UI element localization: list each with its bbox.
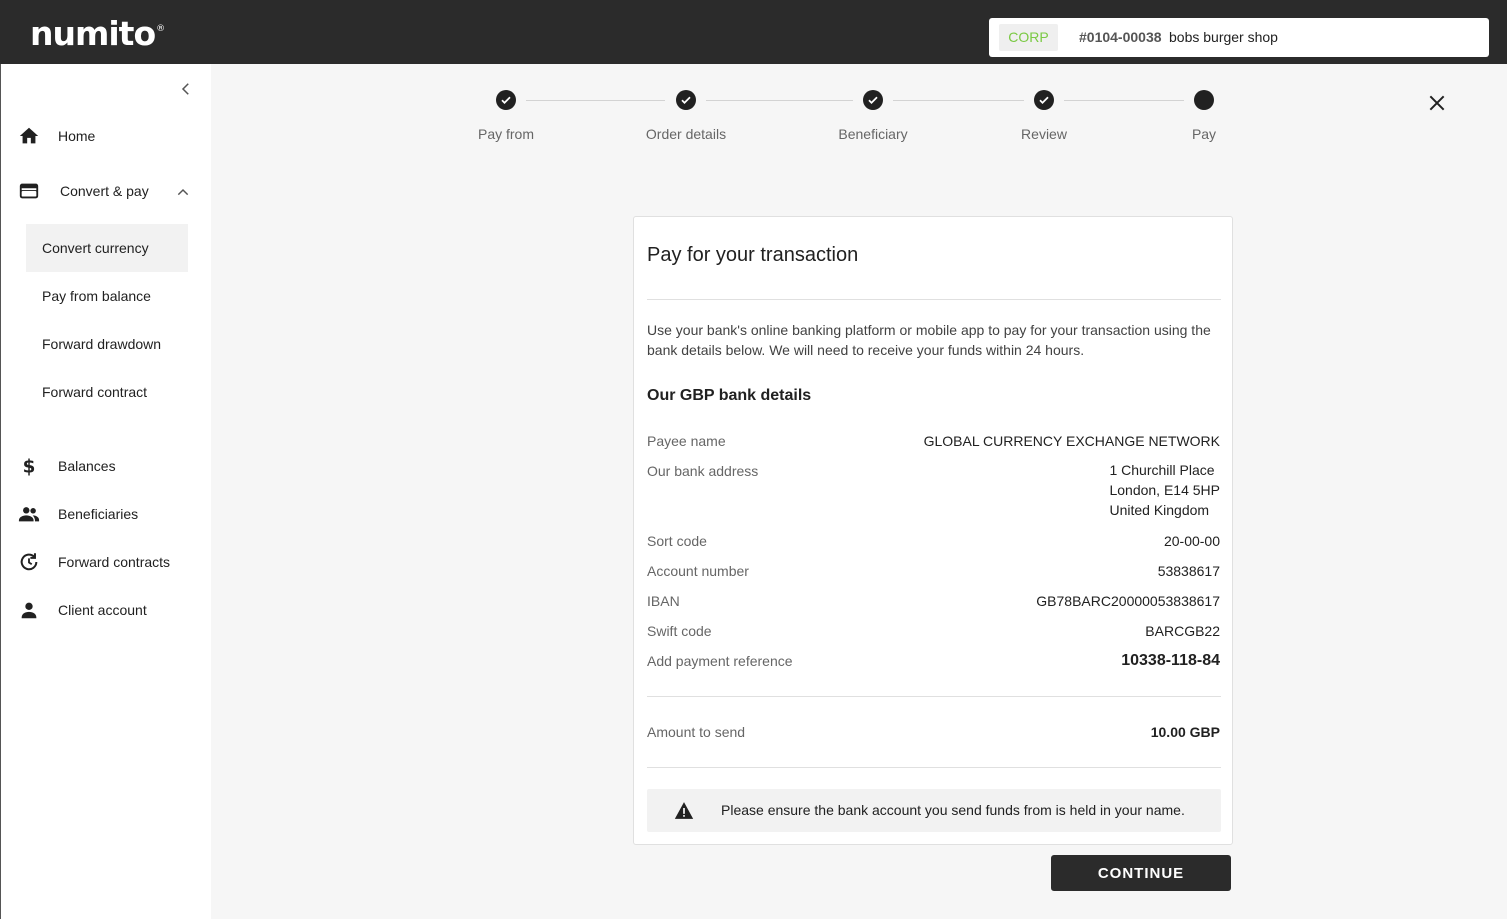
bank-address-label: Our bank address bbox=[647, 463, 759, 479]
swift-code-value: BARCGB22 bbox=[1145, 623, 1220, 639]
sort-code-label: Sort code bbox=[647, 533, 707, 549]
payment-instructions: Use your bank's online banking platform … bbox=[647, 322, 1211, 358]
warning-banner: Please ensure the bank account you send … bbox=[647, 789, 1221, 832]
step-label: Pay bbox=[1191, 126, 1217, 142]
sidebar-item-home[interactable]: Home bbox=[17, 116, 197, 156]
people-icon bbox=[17, 502, 41, 526]
payment-card: Pay for your transaction Use your bank's… bbox=[633, 216, 1233, 845]
address-line: 1 Churchill Place bbox=[1109, 462, 1215, 478]
history-icon bbox=[17, 550, 41, 574]
step-connector bbox=[1064, 100, 1184, 101]
check-icon bbox=[676, 90, 696, 110]
address-line: United Kingdom bbox=[1109, 502, 1210, 518]
address-line: London, E14 5HP bbox=[1109, 482, 1220, 498]
payee-name-value: GLOBAL CURRENCY EXCHANGE NETWORK bbox=[923, 433, 1220, 449]
chevron-up-icon[interactable] bbox=[175, 184, 191, 200]
close-icon[interactable] bbox=[1427, 93, 1447, 113]
sidebar-item-label: Forward contracts bbox=[58, 554, 171, 570]
current-step-dot bbox=[1194, 90, 1214, 110]
sidebar-item-label: Home bbox=[58, 128, 96, 144]
step-label: Pay from bbox=[477, 126, 535, 142]
account-number: #0104-00038 bbox=[1079, 29, 1162, 45]
account-number-label: Account number bbox=[647, 563, 749, 579]
check-icon bbox=[863, 90, 883, 110]
divider bbox=[647, 299, 1221, 300]
account-selector[interactable]: CORP #0104-00038 bobs burger shop bbox=[989, 18, 1489, 57]
svg-text:$: $ bbox=[23, 456, 36, 477]
card-icon bbox=[17, 179, 41, 203]
divider bbox=[647, 696, 1221, 697]
amount-to-send-label: Amount to send bbox=[647, 724, 746, 740]
bank-address-value: 1 Churchill Place London, E14 5HP United… bbox=[1109, 460, 1220, 520]
sidebar-item-label: Beneficiaries bbox=[58, 506, 139, 522]
sidebar-item-beneficiaries[interactable]: Beneficiaries bbox=[17, 494, 197, 534]
logo-registered-mark: ® bbox=[156, 24, 165, 34]
step-pay: Pay bbox=[1192, 90, 1216, 142]
payment-reference-value: 10338-118-84 bbox=[1121, 652, 1220, 669]
sidebar-item-label: Convert & pay bbox=[60, 183, 149, 199]
step-order-details[interactable]: Order details bbox=[646, 90, 726, 142]
step-label: Beneficiary bbox=[838, 126, 908, 142]
payee-name-label: Payee name bbox=[647, 433, 726, 449]
warning-icon bbox=[674, 802, 694, 819]
person-icon bbox=[17, 598, 41, 622]
iban-value: GB78BARC20000053838617 bbox=[1036, 593, 1220, 609]
bank-details-heading: Our GBP bank details bbox=[647, 387, 812, 404]
iban-label: IBAN bbox=[647, 593, 680, 609]
step-review[interactable]: Review bbox=[1021, 90, 1067, 142]
payment-reference-label: Add payment reference bbox=[647, 653, 793, 669]
sidebar-subitem-pay-from-balance[interactable]: Pay from balance bbox=[26, 272, 188, 320]
top-bar: numito® CORP #0104-00038 bobs burger sho… bbox=[0, 0, 1507, 64]
sidebar-item-label: Balances bbox=[58, 458, 116, 474]
sidebar-subitem-forward-contract[interactable]: Forward contract bbox=[26, 368, 188, 416]
account-number-value: 53838617 bbox=[1157, 563, 1220, 579]
dollar-icon: $ bbox=[17, 454, 41, 478]
amount-to-send-value: 10.00 GBP bbox=[1150, 724, 1220, 740]
home-icon bbox=[17, 124, 41, 148]
warning-text: Please ensure the bank account you send … bbox=[721, 802, 1185, 818]
chevron-left-icon[interactable] bbox=[177, 80, 195, 98]
step-label: Order details bbox=[645, 126, 727, 142]
sort-code-value: 20-00-00 bbox=[1163, 533, 1220, 549]
step-connector bbox=[706, 100, 853, 101]
swift-code-label: Swift code bbox=[647, 623, 712, 639]
sidebar-item-balances[interactable]: $ Balances bbox=[17, 446, 197, 486]
sidebar-item-convert-pay[interactable]: Convert & pay bbox=[17, 171, 197, 211]
sidebar-item-forward-contracts[interactable]: Forward contracts bbox=[17, 542, 197, 582]
sidebar-subitem-convert-currency[interactable]: Convert currency bbox=[26, 224, 188, 272]
sidebar: Home Convert & pay Convert currency Pay … bbox=[0, 64, 211, 919]
card-title: Pay for your transaction bbox=[647, 244, 859, 266]
sidebar-item-label: Client account bbox=[58, 602, 147, 618]
numito-logo[interactable]: numito® bbox=[30, 14, 165, 53]
check-icon bbox=[1034, 90, 1054, 110]
check-icon bbox=[496, 90, 516, 110]
step-pay-from[interactable]: Pay from bbox=[478, 90, 534, 142]
step-label: Review bbox=[1021, 126, 1067, 142]
step-connector bbox=[526, 100, 665, 101]
account-type-badge: CORP bbox=[999, 24, 1058, 51]
step-beneficiary[interactable]: Beneficiary bbox=[838, 90, 908, 142]
sidebar-item-client-account[interactable]: Client account bbox=[17, 590, 197, 630]
divider bbox=[647, 767, 1221, 768]
continue-button[interactable]: CONTINUE bbox=[1051, 855, 1231, 891]
sidebar-subitem-forward-drawdown[interactable]: Forward drawdown bbox=[26, 320, 188, 368]
logo-text: numito bbox=[30, 14, 156, 53]
account-name: bobs burger shop bbox=[1169, 29, 1278, 45]
step-connector bbox=[893, 100, 1024, 101]
